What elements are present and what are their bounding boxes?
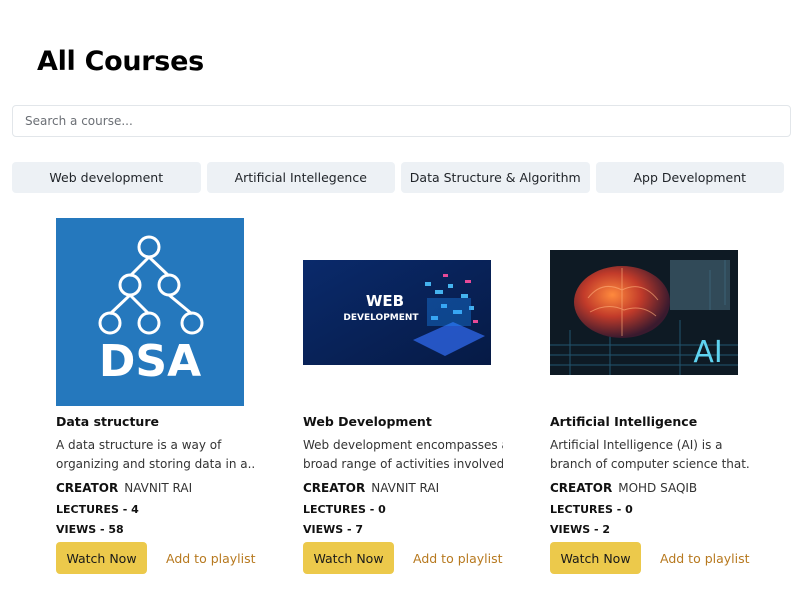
filter-artificial-intelligence-button[interactable]: Artificial Intellegence: [206, 162, 395, 193]
course-creator: CREATOR NAVNIT RAI: [56, 481, 193, 495]
dsa-thumbnail-text: DSA: [99, 336, 201, 387]
course-description: Artificial Intelligence (AI) is a branch…: [550, 438, 750, 471]
course-description: Web development encompasses a broad rang…: [303, 438, 503, 471]
add-to-playlist-link[interactable]: Add to playlist: [166, 551, 256, 566]
filter-dsa-button[interactable]: Data Structure & Algorithm: [401, 162, 590, 193]
ai-thumbnail-text: AI: [693, 335, 722, 370]
page-title: All Courses: [37, 46, 204, 77]
course-creator: CREATOR NAVNIT RAI: [303, 481, 440, 495]
course-title: Data structure: [56, 414, 159, 429]
course-thumbnail-ai: AI: [550, 250, 738, 375]
course-lectures: LECTURES - 4: [56, 503, 139, 516]
course-lectures: LECTURES - 0: [550, 503, 633, 516]
course-views: VIEWS - 2: [550, 523, 611, 536]
category-filters: Web development Artificial Intellegence …: [12, 162, 784, 193]
filter-web-development-button[interactable]: Web development: [12, 162, 201, 193]
watch-now-button[interactable]: Watch Now: [550, 542, 641, 574]
web-thumbnail-text-1: WEB: [366, 292, 404, 310]
search-input[interactable]: [12, 105, 791, 137]
add-to-playlist-link[interactable]: Add to playlist: [660, 551, 750, 566]
course-thumbnail-web-development: WEB DEVELOPMENT: [303, 260, 491, 365]
course-title: Artificial Intelligence: [550, 414, 698, 429]
course-views: VIEWS - 7: [303, 523, 364, 536]
course-thumbnail-dsa: DSA: [56, 218, 244, 406]
course-title: Web Development: [303, 414, 432, 429]
course-creator: CREATOR MOHD SAQIB: [550, 481, 698, 495]
watch-now-button[interactable]: Watch Now: [303, 542, 394, 574]
web-thumbnail-text-2: DEVELOPMENT: [343, 313, 419, 323]
course-lectures: LECTURES - 0: [303, 503, 386, 516]
filter-app-development-button[interactable]: App Development: [595, 162, 784, 193]
course-description: A data structure is a way of organizing …: [56, 438, 256, 471]
course-views: VIEWS - 58: [56, 523, 124, 536]
watch-now-button[interactable]: Watch Now: [56, 542, 147, 574]
add-to-playlist-link[interactable]: Add to playlist: [413, 551, 503, 566]
